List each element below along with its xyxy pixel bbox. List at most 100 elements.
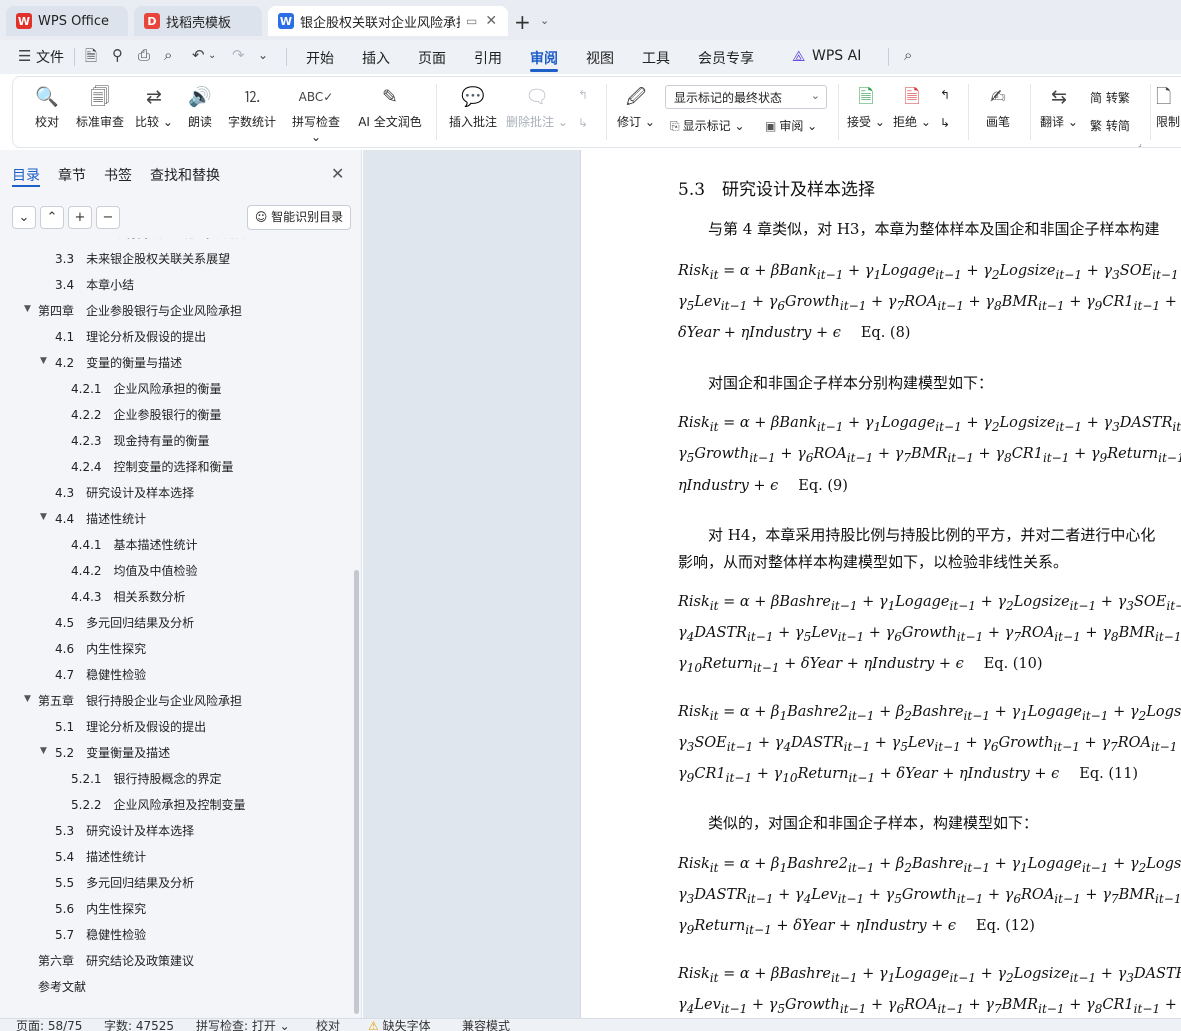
toc-item[interactable]: 3.4 本章小结 <box>0 276 352 298</box>
toc-item[interactable]: 3.3.2 银行持股企业形式与发展 <box>0 238 352 246</box>
hamburger-icon[interactable]: ☰ <box>18 47 31 65</box>
toc-item[interactable]: ▼ 4.2 变量的衡量与描述 <box>0 354 352 376</box>
markup-state-select[interactable]: 显示标记的最终状态 ⌄ <box>665 85 827 109</box>
toc-item[interactable]: 参考文献 <box>0 978 352 1000</box>
toc-item[interactable]: ▼ 4.4 描述性统计 <box>0 510 352 532</box>
toc-item[interactable]: 4.2.2 企业参股银行的衡量 <box>0 406 352 428</box>
dialog-launcher-icon[interactable]: ⌟ <box>1138 139 1142 148</box>
word-count-button[interactable]: ⒓ 字数统计 <box>226 84 278 130</box>
proofread-indicator[interactable]: 校对 <box>316 1019 340 1031</box>
collapse-down-button[interactable]: ⌄ <box>12 206 36 229</box>
toc-item[interactable]: 4.1 理论分析及假设的提出 <box>0 328 352 350</box>
toc-item[interactable]: 4.2.1 企业风险承担的衡量 <box>0 380 352 402</box>
standard-review-button[interactable]: 🗐 标准审查 <box>74 84 126 130</box>
menu-view[interactable]: 视图 <box>586 48 614 68</box>
menu-tools[interactable]: 工具 <box>642 48 670 68</box>
toc-item[interactable]: ▼ 第五章 银行持股企业与企业风险承担 <box>0 692 352 714</box>
new-tab-icon[interactable]: + <box>514 10 531 34</box>
print-icon[interactable]: ⎙ <box>138 46 150 64</box>
track-changes-button[interactable]: 🖉 修订 ⌄ <box>616 84 656 130</box>
pane-tab-toc[interactable]: 目录 <box>12 165 40 185</box>
toc-item[interactable]: 4.2.3 现金持有量的衡量 <box>0 432 352 454</box>
add-heading-button[interactable]: + <box>68 206 92 229</box>
toc-item[interactable]: 5.3 研究设计及样本选择 <box>0 822 352 844</box>
expand-caret-icon[interactable]: ▼ <box>24 304 31 314</box>
tab-current-document[interactable]: W 银企股权关联对企业风险承担 ▭ ✕ <box>268 6 508 36</box>
search-icon[interactable]: ⌕ <box>904 46 912 64</box>
toc-item[interactable]: 4.6 内生性探究 <box>0 640 352 662</box>
toc-item[interactable]: 5.1 理论分析及假设的提出 <box>0 718 352 740</box>
tab-docer-templates[interactable]: D 找稻壳模板 <box>134 6 262 36</box>
undo-icon[interactable]: ↶ <box>192 46 205 64</box>
close-tab-icon[interactable]: ✕ <box>485 13 497 29</box>
read-aloud-button[interactable]: 🔊 朗读 <box>184 84 216 130</box>
spell-check-button[interactable]: ABC✓ 拼写检查 ⌄ <box>286 84 346 144</box>
spell-check-indicator[interactable]: 拼写检查: 打开 ⌄ <box>196 1019 290 1031</box>
to-traditional-button[interactable]: 简 转繁 <box>1090 89 1130 106</box>
window-icon[interactable]: ▭ <box>466 14 477 28</box>
ink-button[interactable]: ✍ 画笔 <box>978 84 1018 130</box>
delete-comment-button[interactable]: 🗨 删除批注 ⌄ <box>506 84 568 130</box>
toc-item[interactable]: 4.2.4 控制变量的选择和衡量 <box>0 458 352 480</box>
redo-icon[interactable]: ↷ <box>232 46 245 64</box>
menu-member[interactable]: 会员专享 <box>698 48 754 68</box>
pane-tab-sections[interactable]: 章节 <box>58 165 86 185</box>
collapse-up-button[interactable]: ⌃ <box>40 206 64 229</box>
toc-item[interactable]: 4.5 多元回归结果及分析 <box>0 614 352 636</box>
toc-item[interactable]: 4.4.1 基本描述性统计 <box>0 536 352 558</box>
next-comment-icon[interactable]: ↳ <box>578 116 588 130</box>
toc-item[interactable]: 5.7 稳健性检验 <box>0 926 352 948</box>
toc-item[interactable]: 4.7 稳健性检验 <box>0 666 352 688</box>
previous-change-icon[interactable]: ↰ <box>940 88 950 102</box>
menu-wps-ai[interactable]: WPS AI <box>812 48 861 64</box>
chevron-down-icon[interactable]: ⌄ <box>540 14 549 27</box>
ai-polish-button[interactable]: ✎ AI 全文润色 <box>356 84 424 130</box>
page-indicator[interactable]: 页面: 58/75 <box>16 1019 82 1031</box>
translate-button[interactable]: ⇆ 翻译 ⌄ <box>1038 84 1080 130</box>
pane-tab-find-replace[interactable]: 查找和替换 <box>150 165 220 185</box>
print-preview-icon[interactable]: ⌕ <box>164 46 172 64</box>
pane-tab-bookmarks[interactable]: 书签 <box>104 165 132 185</box>
toc-item[interactable]: 3.3 未来银企股权关联关系展望 <box>0 250 352 272</box>
tab-wps-office[interactable]: W WPS Office <box>6 6 128 36</box>
proofread-button[interactable]: 🔍 校对 <box>30 84 64 130</box>
reject-button[interactable]: 🗎 拒绝 ⌄ <box>892 84 932 130</box>
toc-item[interactable]: 4.4.2 均值及中值检验 <box>0 562 352 584</box>
previous-comment-icon[interactable]: ↰ <box>578 88 588 102</box>
expand-caret-icon[interactable]: ▼ <box>40 746 47 756</box>
menu-review[interactable]: 审阅 <box>530 48 558 68</box>
save-icon[interactable]: 🗎 <box>85 46 97 71</box>
document-page[interactable]: 5.3 研究设计及样本选择 与第 4 章类似，对 H3，本章为整体样本及国企和非… <box>580 150 1181 1018</box>
toc-item[interactable]: 第六章 研究结论及政策建议 <box>0 952 352 974</box>
chevron-down-icon[interactable]: ⌄ <box>208 50 216 61</box>
toc-item[interactable]: 5.2.1 银行持股概念的界定 <box>0 770 352 792</box>
menu-insert[interactable]: 插入 <box>362 48 390 68</box>
next-change-icon[interactable]: ↳ <box>940 116 950 130</box>
toc-item[interactable]: 4.3 研究设计及样本选择 <box>0 484 352 506</box>
show-markup-button[interactable]: ⎘ 显示标记 ⌄ <box>670 117 745 134</box>
close-icon[interactable]: ✕ <box>331 164 344 183</box>
word-count-indicator[interactable]: 字数: 47525 <box>104 1019 174 1031</box>
missing-font-indicator[interactable]: ⚠ 缺失字体 <box>368 1019 431 1031</box>
key-icon[interactable]: ⚲ <box>112 46 123 64</box>
expand-caret-icon[interactable]: ▼ <box>40 356 47 366</box>
expand-caret-icon[interactable]: ▼ <box>24 694 31 704</box>
toc-item[interactable]: 5.6 内生性探究 <box>0 900 352 922</box>
more-chevron-icon[interactable]: ⌄ <box>258 48 268 62</box>
toc-item[interactable]: ▼ 5.2 变量衡量及描述 <box>0 744 352 766</box>
toc-scrollbar-thumb[interactable] <box>354 570 359 1014</box>
toc-item[interactable]: 5.4 描述性统计 <box>0 848 352 870</box>
restrict-button[interactable]: 🗋 限制 <box>1156 84 1181 130</box>
toc-item[interactable]: 4.4.3 相关系数分析 <box>0 588 352 610</box>
menu-file[interactable]: 文件 <box>36 47 64 67</box>
to-simplified-button[interactable]: 繁 转简 <box>1090 117 1130 134</box>
menu-references[interactable]: 引用 <box>474 48 502 68</box>
insert-comment-button[interactable]: 💬 插入批注 <box>446 84 500 130</box>
smart-toc-button[interactable]: ☺ 智能识别目录 <box>247 205 351 230</box>
menu-home[interactable]: 开始 <box>306 48 334 68</box>
toc-item[interactable]: 5.5 多元回归结果及分析 <box>0 874 352 896</box>
compare-button[interactable]: ⇄ 比较 ⌄ <box>134 84 174 130</box>
review-pane-button[interactable]: ▣ 审阅 ⌄ <box>765 117 817 134</box>
accept-button[interactable]: 🗎 接受 ⌄ <box>846 84 886 130</box>
expand-caret-icon[interactable]: ▼ <box>40 512 47 522</box>
